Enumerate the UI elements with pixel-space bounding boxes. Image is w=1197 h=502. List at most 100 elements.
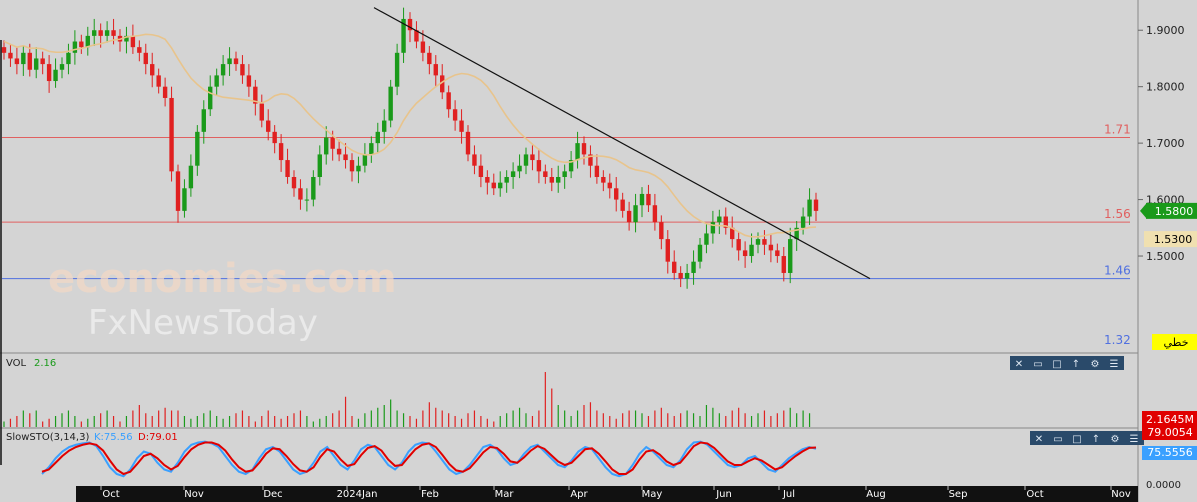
- candle-body: [330, 137, 335, 149]
- candle-body: [311, 177, 316, 200]
- candle-body: [79, 41, 84, 48]
- sto-k-badge: 75.5556: [1147, 446, 1193, 459]
- candle-body: [259, 103, 264, 121]
- candle-body: [800, 216, 806, 228]
- candle-body: [195, 131, 200, 166]
- candle-body: [433, 64, 438, 76]
- candle-body: [162, 86, 168, 98]
- candle-body: [394, 52, 400, 87]
- candle-body: [72, 41, 78, 53]
- candle-body: [691, 261, 696, 273]
- sto-title: SlowSTO(3,14,3): [6, 432, 89, 443]
- vol-zero-label: 0.0000: [1146, 480, 1181, 491]
- maximize-icon[interactable]: □: [1052, 359, 1061, 370]
- sto-d-label: D:79.01: [138, 432, 178, 443]
- candle-body: [240, 64, 245, 76]
- candle-body: [614, 188, 619, 200]
- candle-body: [704, 233, 709, 245]
- candle-body: [672, 261, 677, 273]
- candle-body: [59, 64, 65, 70]
- candle-body: [175, 171, 181, 211]
- menu-icon[interactable]: ☰: [1110, 359, 1119, 370]
- candle-body: [594, 165, 600, 177]
- vol-panel-controls-bar: [1010, 356, 1124, 370]
- price-tick-label: 1.5000: [1146, 250, 1185, 263]
- candle-body: [710, 222, 716, 234]
- close-icon[interactable]: ✕: [1015, 359, 1023, 370]
- candle-body: [684, 272, 690, 279]
- time-label: Jul: [782, 489, 795, 500]
- candle-body: [626, 210, 632, 223]
- candle-body: [459, 120, 464, 132]
- sto-panel-controls-bar: [1030, 431, 1144, 445]
- candle-body: [465, 131, 471, 155]
- candle-body: [40, 58, 45, 65]
- candle-body: [375, 131, 380, 144]
- candle-body: [14, 58, 20, 65]
- candle-body: [46, 64, 52, 82]
- menu-icon[interactable]: ☰: [1130, 434, 1139, 445]
- candle-body: [646, 193, 651, 206]
- arrow-up-icon[interactable]: ↑: [1092, 434, 1100, 445]
- candle-body: [536, 160, 542, 172]
- candle-body: [188, 165, 194, 189]
- candle-body: [285, 160, 290, 177]
- window-icon[interactable]: ▭: [1053, 434, 1062, 445]
- candle-body: [21, 52, 26, 65]
- chart-canvas[interactable]: 1.90001.80001.70001.60001.50001.711.561.…: [0, 0, 1197, 502]
- settings-icon[interactable]: ⚙: [1111, 434, 1120, 445]
- candle-body: [581, 143, 587, 155]
- candle-body: [510, 171, 516, 177]
- candle-body: [150, 64, 155, 76]
- level-label: 1.32: [1104, 333, 1131, 347]
- candle-body: [813, 199, 819, 211]
- sto-k-label: K:75.56: [94, 432, 133, 443]
- price-tick-label: 1.9000: [1146, 24, 1185, 37]
- candle-body: [530, 154, 535, 161]
- time-axis-bar: [76, 486, 1138, 502]
- settings-icon[interactable]: ⚙: [1091, 359, 1100, 370]
- candle-body: [227, 58, 232, 65]
- candle-body: [85, 35, 90, 48]
- candle-body: [220, 64, 226, 76]
- close-icon[interactable]: ✕: [1035, 434, 1043, 445]
- candle-body: [478, 165, 484, 177]
- candle-body: [53, 69, 58, 82]
- candle-body: [639, 193, 645, 206]
- candle-body: [278, 143, 284, 161]
- candle-body: [472, 154, 477, 166]
- candle-body: [214, 75, 219, 87]
- candle-body: [498, 182, 503, 189]
- candle-body: [717, 216, 722, 223]
- time-label: Dec: [263, 489, 282, 500]
- candle-body: [543, 171, 548, 177]
- maximize-icon[interactable]: □: [1072, 434, 1081, 445]
- level-label: 1.71: [1104, 122, 1131, 136]
- candle-body: [104, 30, 110, 36]
- candle-body: [652, 205, 658, 223]
- candle-body: [382, 120, 387, 132]
- vol-badge: 2.1645M: [1146, 413, 1194, 426]
- candle-body: [111, 30, 116, 36]
- secondary-price-badge: 1.5300: [1154, 233, 1193, 246]
- candle-body: [182, 188, 187, 211]
- arrow-up-icon[interactable]: ↑: [1072, 359, 1080, 370]
- candle-body: [633, 205, 638, 223]
- candle-body: [246, 75, 252, 87]
- candle-body: [775, 250, 780, 257]
- window-icon[interactable]: ▭: [1033, 359, 1042, 370]
- candle-body: [807, 199, 812, 217]
- candle-body: [336, 148, 342, 155]
- vol-value: 2.16: [34, 358, 56, 369]
- candle-body: [98, 30, 103, 36]
- candle-body: [156, 75, 161, 87]
- time-label: Jun: [715, 489, 732, 500]
- draw-tag-badge: خطي: [1164, 336, 1189, 349]
- current-price-badge: 1.5800: [1155, 205, 1194, 218]
- candle-body: [420, 41, 426, 53]
- candle-body: [27, 52, 32, 70]
- candle-body: [517, 165, 522, 172]
- candle-body: [768, 244, 774, 251]
- candle-body: [343, 154, 348, 161]
- candle-body: [788, 239, 793, 273]
